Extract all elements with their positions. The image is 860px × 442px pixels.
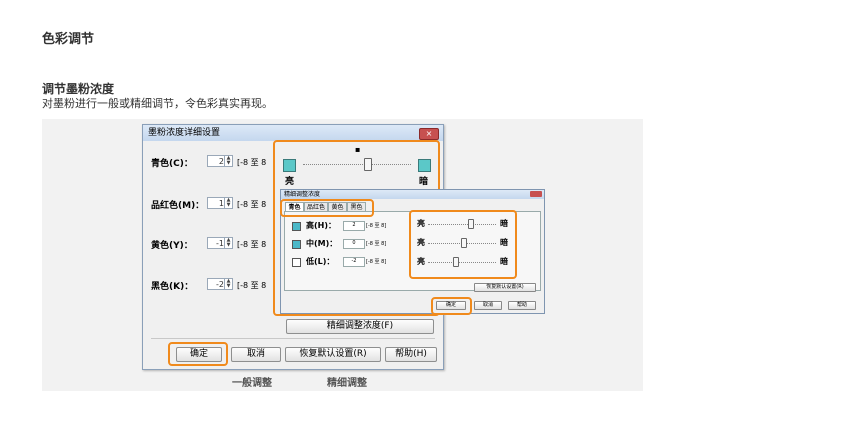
spin-arrows-icon[interactable]: ▲ ▼: [224, 279, 232, 289]
fine-adjust-caption: 精细调整: [327, 378, 367, 389]
black-label: 黑色(K)：: [151, 282, 194, 292]
high-label: 高(H)：: [306, 221, 337, 230]
cancel-button[interactable]: 取消: [231, 347, 281, 362]
slider-center-mark: ▪: [355, 145, 361, 154]
magenta-range: [-8 至 8: [237, 200, 267, 209]
magenta-label: 品红色(M)：: [151, 201, 205, 211]
yellow-spinbox[interactable]: -1 ▲ ▼: [207, 237, 233, 249]
cyan-range: [-8 至 8: [237, 158, 267, 167]
mid-slider-thumb[interactable]: [461, 238, 467, 248]
dark-label: 暗: [419, 177, 429, 187]
black-range: [-8 至 8: [237, 281, 267, 290]
high-spinbox[interactable]: 2: [343, 221, 365, 231]
spin-arrows-icon[interactable]: ▲ ▼: [224, 238, 232, 248]
fine-dark-label: 暗: [500, 219, 508, 228]
black-spinbox[interactable]: -2 ▲ ▼: [207, 278, 233, 290]
yellow-label: 黄色(Y)：: [151, 241, 193, 251]
fine-light-label: 亮: [417, 257, 425, 266]
cyan-spinbox[interactable]: 2 ▲ ▼: [207, 155, 233, 167]
mid-spinbox[interactable]: 0: [343, 239, 365, 249]
fine-light-label: 亮: [417, 238, 425, 247]
fine-dark-label: 暗: [500, 238, 508, 247]
fine-dark-label: 暗: [500, 257, 508, 266]
low-range: [-8 至 8]: [366, 259, 387, 265]
light-swatch: [283, 159, 296, 172]
low-checkbox[interactable]: [292, 258, 301, 267]
help-button[interactable]: 帮助(H): [385, 347, 437, 362]
fine-light-label: 亮: [417, 219, 425, 228]
fine-dialog-title: 精细调整浓度: [281, 190, 544, 199]
mid-checkbox[interactable]: [292, 240, 301, 249]
density-slider-track[interactable]: [303, 164, 411, 166]
low-label: 低(L)：: [306, 257, 335, 266]
fine-cancel-button[interactable]: 取消: [474, 301, 502, 310]
magenta-spinbox[interactable]: 1 ▲ ▼: [207, 197, 233, 209]
fine-help-button[interactable]: 帮助: [508, 301, 536, 310]
spin-arrows-icon[interactable]: ▲ ▼: [224, 198, 232, 208]
dark-swatch: [418, 159, 431, 172]
close-icon[interactable]: [530, 191, 542, 197]
fine-adjust-button[interactable]: 精细调整浓度(F): [286, 319, 434, 334]
tabs-highlight: [280, 199, 374, 217]
high-slider-thumb[interactable]: [468, 219, 474, 229]
high-range: [-8 至 8]: [366, 223, 387, 229]
divider: [151, 338, 435, 339]
low-spinbox[interactable]: -2: [343, 257, 365, 267]
ok-highlight: [168, 342, 228, 366]
dialog-title: 墨粉浓度详细设置: [143, 125, 443, 141]
mid-range: [-8 至 8]: [366, 241, 387, 247]
fine-restore-defaults-button[interactable]: 恢复默认设置(R): [474, 283, 536, 292]
spin-arrows-icon[interactable]: ▲ ▼: [224, 156, 232, 166]
subsection-description: 对墨粉进行一般或精细调节，令色彩真实再现。: [42, 97, 273, 110]
light-label: 亮: [285, 177, 295, 187]
high-slider-track[interactable]: [428, 224, 496, 226]
fine-ok-highlight: [431, 297, 472, 315]
section-title: 色彩调节: [42, 32, 95, 47]
restore-defaults-button[interactable]: 恢复默认设置(R): [285, 347, 381, 362]
yellow-range: [-8 至 8: [237, 240, 267, 249]
low-slider-track[interactable]: [428, 262, 496, 264]
cyan-label: 青色(C)：: [151, 159, 193, 169]
general-adjust-caption: 一般调整: [232, 378, 272, 389]
high-checkbox[interactable]: [292, 222, 301, 231]
mid-label: 中(M)：: [306, 239, 338, 248]
close-icon[interactable]: ×: [419, 128, 439, 140]
density-slider-thumb[interactable]: [364, 158, 372, 171]
low-slider-thumb[interactable]: [453, 257, 459, 267]
